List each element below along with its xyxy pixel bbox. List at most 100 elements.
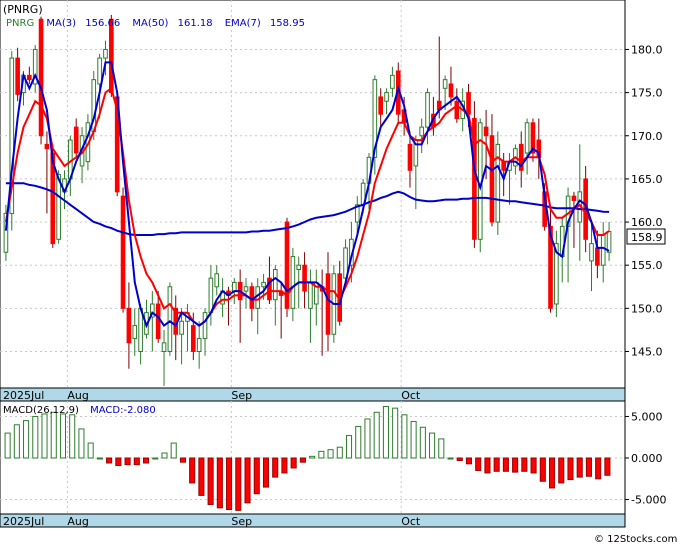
macd-bar bbox=[13, 424, 20, 459]
price-date-label: Aug bbox=[67, 389, 88, 402]
candle-body bbox=[196, 338, 202, 352]
macd-date-label: 2025Jul bbox=[3, 515, 44, 528]
macd-date-label: Oct bbox=[401, 515, 421, 528]
macd-bar bbox=[456, 457, 463, 461]
legend-ma50-value: 161.18 bbox=[178, 18, 213, 29]
macd-bar bbox=[576, 457, 583, 478]
macd-bar bbox=[41, 413, 48, 459]
price-y-tick-label: 180.0 bbox=[631, 43, 663, 56]
candle-body bbox=[390, 74, 395, 89]
macd-bar bbox=[493, 457, 500, 472]
macd-bar bbox=[521, 457, 528, 472]
candle-body bbox=[231, 281, 237, 292]
candle-body bbox=[495, 143, 501, 223]
candle-body bbox=[483, 126, 489, 137]
macd-bar bbox=[401, 414, 408, 459]
candle-body bbox=[27, 74, 32, 81]
macd-bar bbox=[604, 457, 611, 476]
macd-bar bbox=[512, 457, 519, 473]
macd-bar bbox=[281, 457, 288, 474]
macd-bar bbox=[438, 438, 445, 459]
macd-bar bbox=[198, 457, 205, 496]
candle-body bbox=[442, 79, 448, 89]
candle-body bbox=[261, 281, 266, 288]
candle-body bbox=[44, 143, 50, 150]
macd-legend-title: MACD(26,12,9) bbox=[3, 405, 79, 416]
macd-bar bbox=[59, 413, 67, 459]
price-date-label: 2025Jul bbox=[3, 389, 44, 402]
candle-body bbox=[448, 83, 454, 98]
macd-bar bbox=[548, 457, 556, 489]
stock-chart-svg: 145.0 150.0 155.0 160.0 165.0 170.0 175.0 180.0… bbox=[0, 0, 677, 545]
macd-bar bbox=[465, 457, 473, 465]
candle-body bbox=[302, 264, 307, 292]
price-y-tick-label: 170.0 bbox=[631, 130, 663, 143]
candle-body bbox=[73, 126, 79, 154]
price-y-tick-label: 145.0 bbox=[631, 345, 663, 358]
candle-body bbox=[161, 342, 167, 352]
legend-ema7-label: EMA(7) bbox=[225, 18, 261, 29]
macd-bar bbox=[475, 457, 482, 471]
macd-bar bbox=[189, 457, 196, 484]
candle-body bbox=[419, 126, 425, 137]
macd-bar bbox=[272, 457, 279, 478]
macd-bar bbox=[595, 457, 602, 480]
macd-bar bbox=[355, 425, 362, 459]
macd-bar bbox=[558, 457, 565, 484]
macd-bar bbox=[106, 457, 113, 464]
chart-title: (PNRG) bbox=[3, 3, 43, 16]
candle-body bbox=[308, 281, 313, 309]
macd-bar bbox=[32, 415, 39, 459]
stock-chart: 145.0 150.0 155.0 160.0 165.0 170.0 175.0 180.0… bbox=[0, 0, 680, 546]
macd-legend: MACD(26,12,9) MACD:-2.080 bbox=[3, 405, 156, 416]
macd-legend-value: MACD:-2.080 bbox=[90, 405, 156, 416]
macd-bar bbox=[585, 457, 592, 477]
macd-bar bbox=[23, 420, 30, 459]
price-y-tick-label: 175.0 bbox=[631, 87, 663, 100]
candle-body bbox=[589, 243, 594, 262]
candle-body bbox=[179, 320, 184, 335]
legend-ma3-label: MA(3) bbox=[46, 18, 76, 29]
macd-bar bbox=[142, 457, 150, 464]
macd-bar bbox=[392, 407, 399, 459]
macd-bar bbox=[124, 457, 131, 466]
macd-date-label: Sep bbox=[231, 515, 252, 528]
candle-body bbox=[501, 161, 506, 171]
price-y-tick-label: 155.0 bbox=[631, 259, 663, 272]
candle-body bbox=[214, 273, 220, 288]
candle-body bbox=[425, 92, 430, 128]
macd-bar bbox=[567, 457, 574, 481]
macd-bar bbox=[327, 449, 334, 459]
candle-body bbox=[126, 307, 132, 344]
candle-body bbox=[56, 174, 61, 240]
macd-bar bbox=[484, 457, 491, 474]
price-y-tick-label: 160.0 bbox=[631, 216, 663, 229]
macd-bar bbox=[96, 457, 103, 460]
macd-bar bbox=[345, 435, 353, 459]
candle-body bbox=[524, 122, 530, 154]
candle-body bbox=[202, 312, 208, 340]
candle-body bbox=[378, 96, 384, 115]
candle-body bbox=[167, 286, 173, 352]
macd-bar bbox=[216, 457, 223, 509]
price-legend: PNRG MA(3) 156.66 MA(50) 161.18 EMA(7) 1… bbox=[6, 18, 305, 29]
macd-bar bbox=[4, 432, 11, 459]
macd-bar bbox=[364, 418, 371, 459]
candle-body bbox=[489, 135, 495, 223]
candle-body bbox=[38, 18, 44, 137]
macd-y-tick-label: 5.000 bbox=[631, 410, 663, 423]
candle-body bbox=[132, 325, 138, 340]
legend-ema7-value: 158.95 bbox=[270, 18, 305, 29]
macd-bar bbox=[152, 457, 159, 460]
price-date-band bbox=[0, 387, 626, 402]
macd-bar bbox=[253, 457, 260, 495]
macd-bar bbox=[530, 457, 537, 474]
macd-bar bbox=[133, 457, 140, 466]
candle-body bbox=[384, 92, 389, 102]
macd-bar bbox=[290, 457, 297, 469]
macd-bar bbox=[336, 446, 343, 459]
candle-body bbox=[407, 143, 413, 171]
macd-bar bbox=[410, 420, 417, 459]
macd-bar bbox=[87, 442, 94, 459]
candle-body bbox=[103, 48, 108, 59]
